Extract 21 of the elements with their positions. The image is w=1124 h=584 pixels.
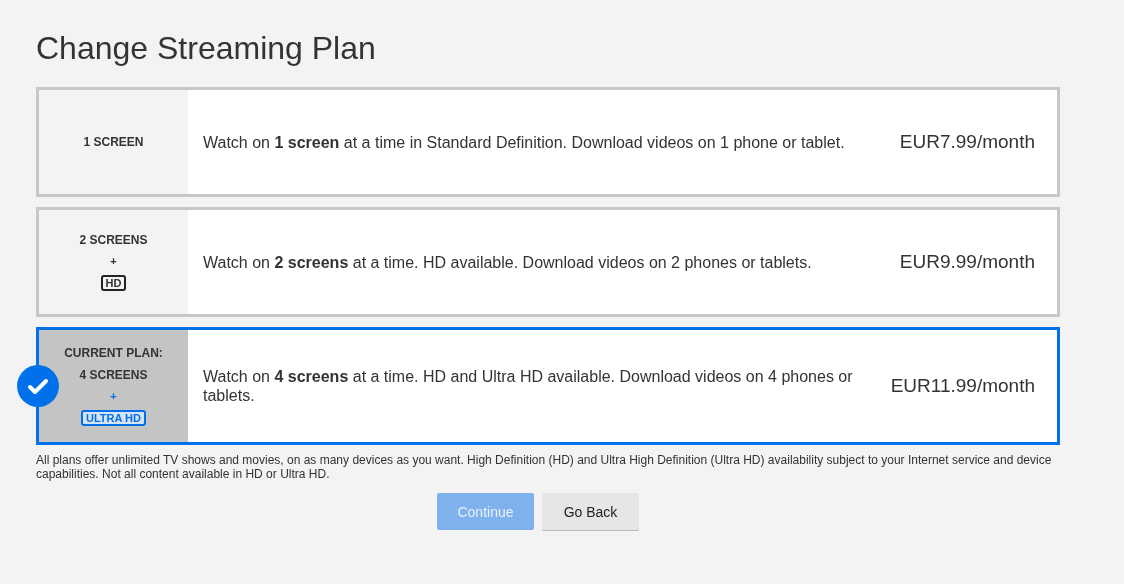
plan-price: EUR7.99/month (899, 131, 1035, 153)
plan-name: 1 SCREEN (83, 135, 144, 149)
hd-badge: HD (100, 275, 127, 291)
footnote: All plans offer unlimited TV shows and movies, on as many devices as you want. High Definition (HD) and Ultra High Definition (Ultra HD) availability subject to your Internet service and device capabilities. Not all content available in HD or Ultra HD. (36, 453, 1053, 481)
plus-sign: + (110, 255, 117, 267)
plan-description: Watch on 2 screens at a time. HD available. Download videos on 2 phones or tablets. (203, 252, 813, 272)
ultra-hd-badge: ULTRA HD (81, 410, 146, 426)
plan-price: EUR9.99/month (899, 251, 1035, 273)
plan-option[interactable]: 1 SCREEN Watch on 1 screen at a time in Standard Definition. Download videos on 1 phone or tablet. EUR7.99/month (36, 87, 1060, 197)
plus-sign: + (110, 390, 117, 402)
plan-price: EUR11.99/month (890, 375, 1035, 397)
checkmark-icon (17, 365, 59, 407)
plan-description: Watch on 1 screen at a time in Standard Definition. Download videos on 1 phone or tablet. (203, 132, 846, 152)
plan-option[interactable]: 2 SCREENS + HD Watch on 2 screens at a time. HD available. Download videos on 2 phones or tablets. EUR9.99/month (36, 207, 1060, 317)
plan-description: Watch on 4 screens at a time. HD and Ultra HD available. Download videos on 4 phones or tablets. (203, 367, 854, 405)
page-title: Change Streaming Plan (36, 30, 377, 67)
plan-option[interactable]: CURRENT PLAN: 4 SCREENS + ULTRA HD Watch on 4 screens at a time. HD and Ultra HD available. Download videos on 4 phones or tablets. EUR11.99/month (36, 327, 1060, 445)
current-plan-label: CURRENT PLAN: (64, 346, 163, 360)
plan-name: 4 SCREENS (79, 368, 148, 382)
back-button[interactable]: Go Back (542, 493, 639, 530)
plan-name: 2 SCREENS (79, 233, 148, 247)
